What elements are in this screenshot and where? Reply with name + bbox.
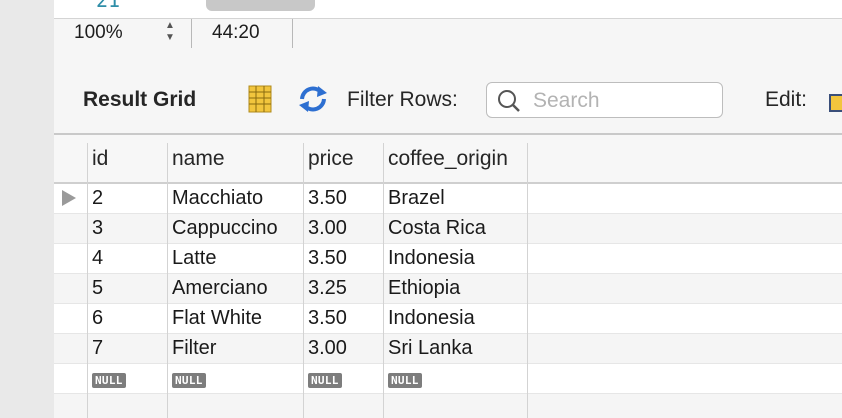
edit-icon[interactable] <box>829 94 842 112</box>
result-grid: id name price coffee_origin 2 Macchiato … <box>54 135 842 418</box>
table-row[interactable]: 2 Macchiato 3.50 Brazel <box>54 184 842 214</box>
cell-coffee-origin-null[interactable]: NULL <box>383 364 527 394</box>
search-input[interactable] <box>531 86 715 116</box>
grid-layout-icon[interactable] <box>247 85 273 113</box>
cell-id[interactable]: 5 <box>87 274 167 304</box>
cell-price[interactable]: 3.50 <box>303 184 383 214</box>
edit-label: Edit: <box>765 88 808 111</box>
column-divider[interactable] <box>383 143 384 418</box>
cell-name[interactable]: Amerciano <box>167 274 303 304</box>
cell-price[interactable]: 3.50 <box>303 244 383 274</box>
null-badge: NULL <box>308 373 342 388</box>
cell-price[interactable]: 3.00 <box>303 214 383 244</box>
cell-coffee-origin[interactable]: Indonesia <box>383 244 527 274</box>
table-row[interactable]: 7 Filter 3.00 Sri Lanka <box>54 334 842 364</box>
cell-id-null[interactable]: NULL <box>87 364 167 394</box>
cell-id[interactable]: 3 <box>87 214 167 244</box>
column-header-name[interactable]: name <box>167 135 303 182</box>
table-row[interactable]: 4 Latte 3.50 Indonesia <box>54 244 842 274</box>
cell-id[interactable]: 7 <box>87 334 167 364</box>
status-divider <box>191 19 192 48</box>
result-grid-tab[interactable]: Result Grid <box>83 88 196 112</box>
column-header-coffee-origin[interactable]: coffee_origin <box>383 135 527 182</box>
zoom-level[interactable]: 100% <box>74 22 123 44</box>
empty-row <box>54 394 842 418</box>
refresh-icon[interactable] <box>296 85 330 113</box>
table-row[interactable]: 6 Flat White 3.50 Indonesia <box>54 304 842 334</box>
null-badge: NULL <box>388 373 422 388</box>
cell-price[interactable]: 3.50 <box>303 304 383 334</box>
chevron-down-icon[interactable]: ▼ <box>162 33 178 45</box>
left-gutter <box>0 0 54 418</box>
cell-coffee-origin[interactable]: Costa Rica <box>383 214 527 244</box>
column-divider[interactable] <box>303 143 304 418</box>
table-row[interactable]: 3 Cappuccino 3.00 Costa Rica <box>54 214 842 244</box>
search-icon <box>497 89 521 113</box>
filter-rows-label: Filter Rows: <box>347 88 458 111</box>
cell-coffee-origin[interactable]: Ethiopia <box>383 274 527 304</box>
cell-id[interactable]: 6 <box>87 304 167 334</box>
cell-price[interactable]: 3.25 <box>303 274 383 304</box>
table-row[interactable]: 5 Amerciano 3.25 Ethiopia <box>54 274 842 304</box>
editor-status-bar: 100% ▲ ▼ 44:20 <box>54 19 842 48</box>
sql-editor-fragment: 21 <box>54 0 842 19</box>
column-divider[interactable] <box>167 143 168 418</box>
cell-name[interactable]: Cappuccino <box>167 214 303 244</box>
horizontal-scrollbar-thumb[interactable] <box>206 0 315 11</box>
cell-coffee-origin[interactable]: Sri Lanka <box>383 334 527 364</box>
column-divider[interactable] <box>87 143 88 418</box>
cell-coffee-origin[interactable]: Indonesia <box>383 304 527 334</box>
cell-name-null[interactable]: NULL <box>167 364 303 394</box>
column-header-id[interactable]: id <box>87 135 167 182</box>
cell-name[interactable]: Latte <box>167 244 303 274</box>
grid-header-row: id name price coffee_origin <box>54 135 842 184</box>
column-header-price[interactable]: price <box>303 135 383 182</box>
cell-coffee-origin[interactable]: Brazel <box>383 184 527 214</box>
cell-name[interactable]: Macchiato <box>167 184 303 214</box>
search-field[interactable] <box>486 82 723 118</box>
status-divider <box>292 19 293 48</box>
null-badge: NULL <box>92 373 126 388</box>
cell-id[interactable]: 2 <box>87 184 167 214</box>
result-toolbar: Result Grid Filter Rows: Edit: <box>54 48 842 135</box>
column-divider[interactable] <box>527 143 528 418</box>
cell-name[interactable]: Filter <box>167 334 303 364</box>
cell-price-null[interactable]: NULL <box>303 364 383 394</box>
cursor-position: 44:20 <box>212 22 260 43</box>
new-row-placeholder[interactable]: NULL NULL NULL NULL <box>54 364 842 394</box>
cell-price[interactable]: 3.00 <box>303 334 383 364</box>
zoom-stepper[interactable]: ▲ ▼ <box>162 21 178 47</box>
row-pointer-icon <box>62 190 76 206</box>
cell-id[interactable]: 4 <box>87 244 167 274</box>
null-badge: NULL <box>172 373 206 388</box>
cell-name[interactable]: Flat White <box>167 304 303 334</box>
editor-line-number: 21 <box>96 0 121 12</box>
